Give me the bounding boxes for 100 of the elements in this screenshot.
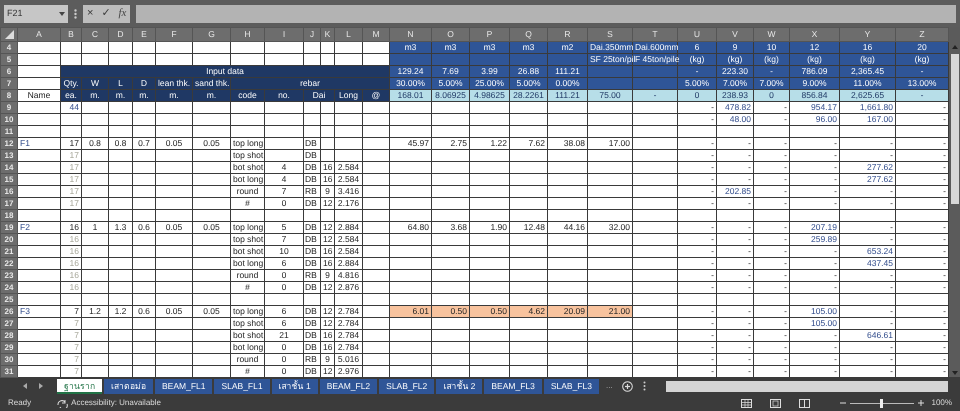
insert-function-button[interactable]: fx: [114, 5, 130, 22]
slider-thumb[interactable]: [880, 398, 884, 408]
table-cell: 259.89: [790, 234, 840, 246]
column-header[interactable]: L: [334, 28, 362, 42]
table-cell: -: [790, 198, 840, 210]
column-header[interactable]: D: [108, 28, 132, 42]
column-header[interactable]: R: [548, 28, 588, 42]
row-header[interactable]: 22: [0, 258, 18, 270]
row-header[interactable]: 19: [0, 222, 18, 234]
more-icon[interactable]: [642, 381, 646, 391]
add-sheet-icon[interactable]: [622, 380, 633, 392]
accessibility-icon[interactable]: [57, 398, 68, 408]
zoom-in-icon[interactable]: [918, 400, 924, 406]
column-header[interactable]: G: [192, 28, 230, 42]
column-header[interactable]: P: [470, 28, 510, 42]
row-header[interactable]: 26: [0, 306, 18, 318]
column-header[interactable]: N: [390, 28, 432, 42]
column-header[interactable]: M: [362, 28, 390, 42]
row-header[interactable]: 15: [0, 174, 18, 186]
row-header[interactable]: 20: [0, 234, 18, 246]
column-header[interactable]: S: [588, 28, 632, 42]
sheet-tab[interactable]: เสาชั้น 2: [436, 378, 482, 394]
horizontal-scrollbar[interactable]: [666, 380, 948, 392]
table-cell: 16: [840, 42, 896, 54]
cancel-button[interactable]: ×: [83, 5, 98, 22]
column-header[interactable]: B: [60, 28, 82, 42]
table-cell: -: [790, 162, 840, 174]
page-break-icon[interactable]: [798, 398, 810, 408]
table-cell: 105.00: [790, 318, 840, 330]
row-header[interactable]: 9: [0, 102, 18, 114]
accessibility-status[interactable]: Accessibility: Unavailable: [71, 397, 161, 409]
table-cell: -: [790, 354, 840, 366]
table-cell: -: [840, 282, 896, 294]
sheet-tab[interactable]: เสาชั้น 1: [272, 378, 318, 394]
row-header[interactable]: 29: [0, 342, 18, 354]
column-header[interactable]: C: [82, 28, 108, 42]
row-header[interactable]: 25: [0, 294, 18, 306]
sheet-tab[interactable]: เสาตอม่อ: [104, 378, 153, 394]
more-icon[interactable]: [74, 8, 77, 18]
row-header[interactable]: 17: [0, 198, 18, 210]
vertical-scrollbar[interactable]: [949, 27, 960, 377]
sheet-tab[interactable]: SLAB_FL3: [544, 378, 599, 394]
table-cell: -: [840, 222, 896, 234]
zoom-out-icon[interactable]: [840, 400, 846, 406]
column-header[interactable]: E: [132, 28, 156, 42]
sheet-tab[interactable]: ฐานราก: [57, 378, 102, 394]
name-box[interactable]: F21: [4, 4, 68, 22]
table-cell: 105.00: [790, 306, 840, 318]
row-header[interactable]: 13: [0, 150, 18, 162]
row-header[interactable]: 30: [0, 354, 18, 366]
row-header[interactable]: 11: [0, 126, 18, 138]
row-header[interactable]: 16: [0, 186, 18, 198]
column-header[interactable]: H: [230, 28, 264, 42]
column-header[interactable]: A: [18, 28, 60, 42]
normal-view-icon[interactable]: [740, 398, 752, 408]
row-header[interactable]: 18: [0, 210, 18, 222]
row-header[interactable]: 8: [0, 90, 18, 102]
column-header[interactable]: I: [264, 28, 304, 42]
sheet-tab[interactable]: BEAM_FL2: [320, 378, 378, 394]
column-header[interactable]: V: [716, 28, 754, 42]
column-header[interactable]: W: [754, 28, 790, 42]
row-header[interactable]: 7: [0, 78, 18, 90]
row-header[interactable]: 28: [0, 330, 18, 342]
formula-field[interactable]: [136, 4, 956, 22]
row-header[interactable]: 31: [0, 366, 18, 378]
sheet-tab[interactable]: SLAB_FL2: [379, 378, 434, 394]
scroll-thumb[interactable]: [950, 54, 958, 204]
zoom-level[interactable]: 100%: [932, 397, 952, 409]
more-sheets-button[interactable]: ...: [600, 380, 618, 392]
table-cell: 17.00: [588, 138, 632, 150]
sheet-tab[interactable]: SLAB_FL1: [214, 378, 270, 394]
select-all-icon[interactable]: [4, 30, 14, 40]
row-header[interactable]: 14: [0, 162, 18, 174]
sheet-tab[interactable]: BEAM_FL3: [484, 378, 542, 394]
table-cell: Input data: [60, 66, 390, 78]
column-header[interactable]: X: [790, 28, 840, 42]
column-header[interactable]: U: [678, 28, 716, 42]
table-cell: -: [896, 102, 948, 114]
column-header[interactable]: J: [304, 28, 320, 42]
row-header[interactable]: 10: [0, 114, 18, 126]
column-header[interactable]: F: [156, 28, 192, 42]
column-header[interactable]: Q: [510, 28, 548, 42]
row-header[interactable]: 24: [0, 282, 18, 294]
row-header[interactable]: 5: [0, 54, 18, 66]
enter-button[interactable]: ✓: [97, 5, 114, 22]
row-header[interactable]: 23: [0, 270, 18, 282]
row-header[interactable]: 21: [0, 246, 18, 258]
page-layout-icon[interactable]: [770, 398, 781, 408]
sheet-tab[interactable]: BEAM_FL1: [155, 378, 212, 394]
column-header[interactable]: Y: [840, 28, 896, 42]
row-header[interactable]: 4: [0, 42, 18, 54]
column-header[interactable]: K: [320, 28, 334, 42]
row-header[interactable]: 6: [0, 66, 18, 78]
row-header[interactable]: 12: [0, 138, 18, 150]
row-header[interactable]: 27: [0, 318, 18, 330]
column-header[interactable]: O: [432, 28, 470, 42]
column-header[interactable]: Z: [896, 28, 948, 42]
column-header[interactable]: T: [632, 28, 678, 42]
next-sheet-icon[interactable]: [38, 382, 44, 390]
previous-sheet-icon[interactable]: [22, 382, 28, 390]
